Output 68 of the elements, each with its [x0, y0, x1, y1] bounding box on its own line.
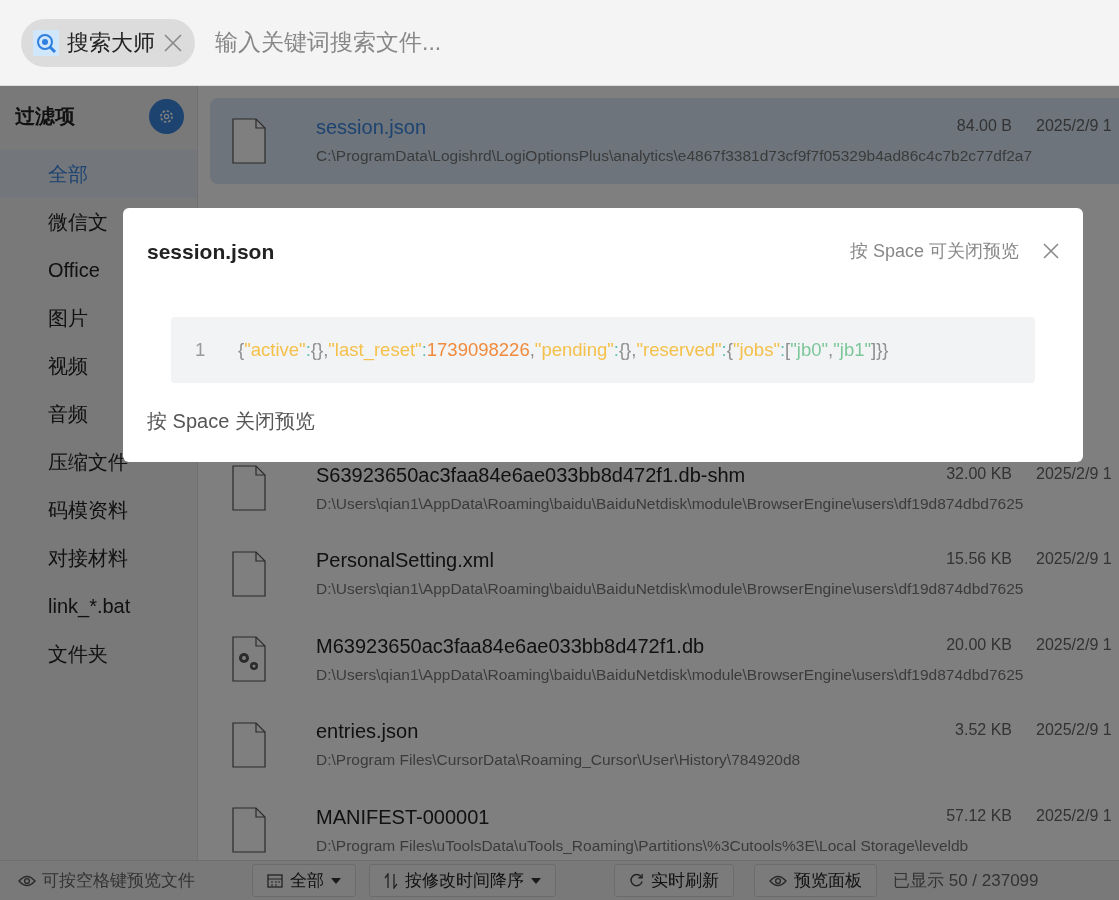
file-name: S63923650ac3faa84e6ae033bb8d472f1.db-shm [316, 463, 746, 487]
sidebar-item[interactable]: 码模资料 [0, 486, 197, 534]
sidebar-item[interactable]: link_*.bat [0, 582, 197, 630]
file-path: D:\Program Files\CursorData\Roaming_Cursor\User\History\784920d8 [316, 751, 801, 770]
file-size: 20.00 KB [946, 635, 1012, 654]
sidebar-item[interactable]: 文件夹 [0, 630, 197, 678]
settings-button[interactable] [149, 98, 184, 134]
result-count: 已显示 50 / 237099 [893, 870, 1039, 892]
file-size: 57.12 KB [946, 806, 1012, 825]
code-line: {"active":{},"last_reset":1739098226,"pending":{},"reserved":{"jobs":["jb0","jb1"]}} [238, 339, 889, 361]
filter-dropdown[interactable]: 全部 [252, 864, 356, 897]
file-row[interactable]: PersonalSetting.xml 15.56 KB 2025/2/9 1 D:\Users\qian1\AppData\Roaming\baidu\BaiduNetdisk\module\BrowserEngine\users\df19d874dbd7625 [210, 531, 1119, 617]
logo-icon [33, 29, 59, 56]
file-date: 2025/2/9 1 [1036, 464, 1112, 483]
sidebar-item[interactable]: 全部 [0, 150, 197, 198]
sidebar-title: 过滤项 [15, 103, 75, 129]
file-date: 2025/2/9 1 [1036, 721, 1112, 739]
refresh-icon [629, 873, 644, 888]
file-path: D:\Users\qian1\AppData\Roaming\baidu\BaiduNetdisk\module\BrowserEngine\users\df19d874dbd7625 [316, 580, 1024, 599]
file-row[interactable]: S63923650ac3faa84e6ae033bb8d472f1.db-shm 32.00 KB 2025/2/9 1 D:\Users\qian1\AppData\Roaming\baidu\BaiduNetdisk\module\BrowserEngine\users\df19d874dbd7625 [210, 445, 1119, 531]
file-icon [232, 465, 266, 512]
status-hint: 可按空格键预览文件 [42, 870, 195, 892]
calendar-icon [267, 873, 283, 888]
sidebar-item[interactable]: 对接材料 [0, 534, 197, 582]
file-name: M63923650ac3faa84e6ae033bb8d472f1.db [316, 634, 705, 658]
file-size: 32.00 KB [946, 464, 1012, 483]
file-name: PersonalSetting.xml [316, 549, 494, 573]
file-path: D:\Program Files\uToolsData\uTools_Roaming\Partitions\%3Cutools%3E\Local Storage\leveldb [316, 836, 969, 855]
settings-icon [158, 107, 175, 125]
file-name: entries.json [316, 720, 419, 744]
sort-icon [384, 872, 398, 889]
file-date: 2025/2/9 1 [1036, 806, 1112, 825]
preview-title: session.json [147, 239, 276, 264]
file-row[interactable]: session.json 84.00 B 2025/2/9 1 C:\ProgramData\Logishrd\LogiOptionsPlus\analytics\e4867f3381d73cf9f7f05329b4ad86c4c7b2c77df2a7 [210, 98, 1119, 184]
file-size: 3.52 KB [955, 721, 1012, 739]
file-path: D:\Users\qian1\AppData\Roaming\baidu\BaiduNetdisk\module\BrowserEngine\users\df19d874dbd7625 [316, 665, 1024, 684]
file-icon [232, 807, 266, 854]
file-size: 84.00 B [956, 117, 1012, 135]
file-row[interactable]: M63923650ac3faa84e6ae033bb8d472f1.db 20.00 KB 2025/2/9 1 D:\Users\qian1\AppData\Roaming\baidu\BaiduNetdisk\module\BrowserEngine\users\df19d874dbd7625 [210, 616, 1119, 702]
file-icon [232, 117, 266, 164]
preview-panel-button[interactable]: 预览面板 [754, 864, 877, 897]
tag-label: 搜索大师 [67, 28, 155, 57]
file-date: 2025/2/9 1 [1036, 117, 1112, 135]
close-hint: 按 Space 可关闭预览 [849, 240, 1019, 263]
caret-icon [331, 877, 341, 884]
preview-footer: 按 Space 关闭预览 [147, 408, 1059, 435]
settings-file-icon [232, 636, 266, 683]
file-path: D:\Users\qian1\AppData\Roaming\baidu\BaiduNetdisk\module\BrowserEngine\users\df19d874dbd7625 [316, 494, 1024, 513]
sort-dropdown[interactable]: 按修改时间降序 [369, 864, 556, 897]
file-date: 2025/2/9 1 [1036, 635, 1112, 654]
search-field[interactable]: 输入关键词搜索文件... [213, 28, 817, 57]
file-name: MANIFEST-000001 [316, 805, 490, 829]
file-size: 15.56 KB [946, 550, 1012, 568]
caret-icon [531, 877, 541, 884]
close-icon[interactable] [163, 32, 183, 53]
close-icon[interactable] [1043, 243, 1059, 259]
eye-icon [18, 874, 36, 887]
file-row[interactable]: MANIFEST-000001 57.12 KB 2025/2/9 1 D:\Program Files\uToolsData\uTools_Roaming\Partitions\%3Cutools%3E\Local Storage\leveldb [210, 787, 1119, 860]
refresh-button[interactable]: 实时刷新 [614, 864, 734, 897]
file-path: C:\ProgramData\Logishrd\LogiOptionsPlus\analytics\e4867f3381d73cf9f7f05329b4ad86c4c7b2c77df2a7 [316, 147, 1033, 166]
file-icon [232, 550, 266, 597]
file-name: session.json [316, 116, 427, 140]
search-tag[interactable]: 搜索大师 [21, 18, 195, 67]
eye-icon [769, 874, 787, 887]
line-number: 1 [195, 339, 207, 361]
file-date: 2025/2/9 1 [1036, 550, 1112, 568]
file-icon [232, 721, 266, 768]
file-row[interactable]: entries.json 3.52 KB 2025/2/9 1 D:\Program Files\CursorData\Roaming_Cursor\User\History\784920d8 [210, 702, 1119, 788]
